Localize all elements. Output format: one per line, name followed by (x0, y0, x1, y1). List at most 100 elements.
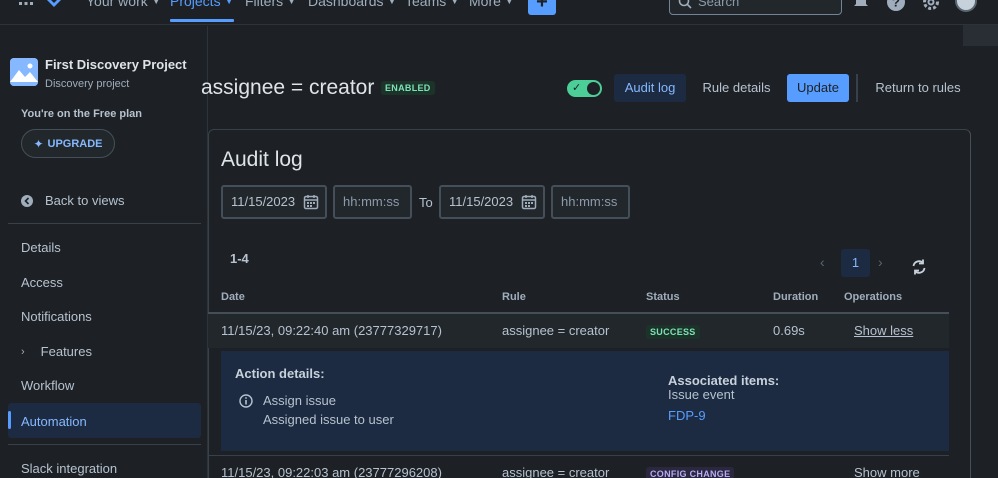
nav-teams[interactable]: Teams ▼ (405, 0, 459, 9)
nav-label: Teams (405, 0, 447, 9)
row-divider (208, 455, 949, 456)
audit-log-button[interactable]: Audit log (614, 74, 686, 102)
rule-title: assignee = creator (201, 76, 375, 99)
app-switcher-icon[interactable] (19, 0, 33, 5)
nav-label: Filters (245, 0, 284, 9)
to-time-input[interactable]: hh:mm:ss (551, 185, 630, 219)
sidebar-item-label: Features (40, 344, 92, 359)
search-input[interactable]: Search (669, 0, 842, 15)
upgrade-button[interactable]: ✦ UPGRADE (21, 129, 115, 158)
page-number-button[interactable]: 1 (841, 249, 870, 277)
sidebar-item-automation[interactable]: Automation (8, 403, 201, 438)
rule-details-button[interactable]: Rule details (693, 74, 780, 102)
nav-filters[interactable]: Filters ▼ (245, 0, 296, 9)
sidebar-item-features[interactable]: › Features (21, 344, 92, 359)
chevron-right-icon: › (21, 345, 25, 358)
sidebar-item-slack-integration[interactable]: Slack integration (21, 461, 117, 476)
status-badge: ENABLED (381, 81, 435, 95)
from-time-placeholder: hh:mm:ss (343, 194, 400, 209)
return-to-rules-button[interactable]: Return to rules (865, 74, 971, 102)
chevron-down-icon: ▼ (151, 0, 161, 6)
chevron-down-icon: ▼ (387, 0, 397, 6)
associated-items-heading: Associated items: (668, 373, 780, 388)
sidebar-item-workflow[interactable]: Workflow (21, 378, 74, 393)
row-rule: assignee = creator (502, 465, 610, 478)
project-avatar-icon (10, 58, 38, 86)
jira-logo-icon[interactable] (45, 0, 63, 8)
nav-dashboards[interactable]: Dashboards ▼ (308, 0, 396, 9)
back-label: Back to views (45, 193, 125, 208)
to-time-placeholder: hh:mm:ss (561, 194, 618, 209)
update-button[interactable]: Update (787, 74, 849, 102)
arrow-left-circle-icon (21, 194, 33, 207)
associated-item-type: Issue event (668, 387, 735, 402)
next-page-icon[interactable]: › (878, 254, 892, 270)
user-avatar[interactable] (955, 0, 977, 12)
column-header-rule: Rule (502, 291, 526, 303)
upgrade-label: UPGRADE (47, 137, 103, 150)
sidebar-divider (8, 223, 201, 224)
top-navigation: Your work ▼ Projects ▼ Filters ▼ Dashboa… (0, 0, 998, 25)
row-date: 11/15/23, 09:22:40 am (23777329717) (221, 323, 442, 338)
notifications-icon[interactable] (852, 0, 870, 10)
check-icon: ✓ (572, 82, 582, 94)
sidebar-divider (8, 444, 201, 445)
associated-issue-link[interactable]: FDP-9 (668, 408, 706, 423)
sidebar-item-access[interactable]: Access (21, 275, 63, 290)
row-duration: 0.69s (773, 323, 805, 338)
header-placeholder-box (963, 25, 998, 46)
refresh-icon[interactable] (910, 258, 928, 276)
search-icon (678, 0, 692, 9)
plan-text: You're on the Free plan (21, 108, 142, 120)
calendar-icon[interactable] (303, 194, 319, 210)
previous-page-icon[interactable]: ‹ (820, 254, 834, 270)
audit-log-title: Audit log (221, 148, 303, 171)
nav-label: More (469, 0, 501, 9)
action-details-heading: Action details: (235, 366, 325, 381)
project-type: Discovery project (45, 78, 130, 90)
nav-label: Your work (86, 0, 148, 9)
chevron-down-icon: ▼ (224, 0, 234, 6)
status-lozenge-config-change: CONFIG CHANGE (646, 467, 735, 478)
calendar-icon[interactable] (521, 194, 537, 210)
column-header-date: Date (221, 291, 245, 303)
show-less-link[interactable]: Show less (854, 323, 913, 338)
create-button[interactable]: + (528, 0, 556, 15)
toggle-knob (587, 82, 600, 95)
show-more-link[interactable]: Show more (854, 465, 920, 478)
nav-projects[interactable]: Projects ▼ (170, 0, 234, 22)
results-range: 1-4 (230, 251, 249, 266)
header-divider (856, 74, 858, 102)
chevron-down-icon: ▼ (287, 0, 297, 6)
from-date-input[interactable]: 11/15/2023 (221, 185, 327, 219)
row-date: 11/15/23, 09:22:03 am (23777296208) (221, 465, 442, 478)
nav-label: Projects (170, 0, 221, 9)
action-description: Assigned issue to user (263, 412, 394, 427)
settings-gear-icon[interactable] (921, 0, 941, 12)
to-date-input[interactable]: 11/15/2023 (439, 185, 545, 219)
sidebar-item-notifications[interactable]: Notifications (21, 309, 92, 324)
help-icon[interactable]: ? (886, 0, 906, 12)
nav-your-work[interactable]: Your work ▼ (86, 0, 161, 9)
status-lozenge-success: SUCCESS (646, 325, 700, 339)
chevron-down-icon: ▼ (450, 0, 460, 6)
back-to-views-link[interactable]: Back to views (21, 193, 124, 208)
column-header-duration: Duration (773, 291, 819, 303)
rule-enabled-toggle[interactable]: ✓ (567, 80, 602, 97)
to-label: To (419, 195, 433, 210)
from-time-input[interactable]: hh:mm:ss (333, 185, 412, 219)
chevron-down-icon: ▼ (504, 0, 514, 6)
column-header-status: Status (646, 291, 680, 303)
sidebar-item-details[interactable]: Details (21, 240, 61, 255)
svg-text:?: ? (892, 0, 900, 10)
column-header-operations: Operations (844, 291, 903, 303)
project-name: First Discovery Project (45, 57, 187, 72)
info-icon (239, 394, 253, 408)
search-placeholder: Search (698, 0, 740, 9)
to-date-value: 11/15/2023 (449, 194, 514, 209)
sparkle-icon: ✦ (33, 136, 44, 151)
row-rule: assignee = creator (502, 323, 610, 338)
nav-more[interactable]: More ▼ (469, 0, 514, 9)
sidebar-item-label: Automation (21, 414, 87, 429)
from-date-value: 11/15/2023 (231, 194, 296, 209)
